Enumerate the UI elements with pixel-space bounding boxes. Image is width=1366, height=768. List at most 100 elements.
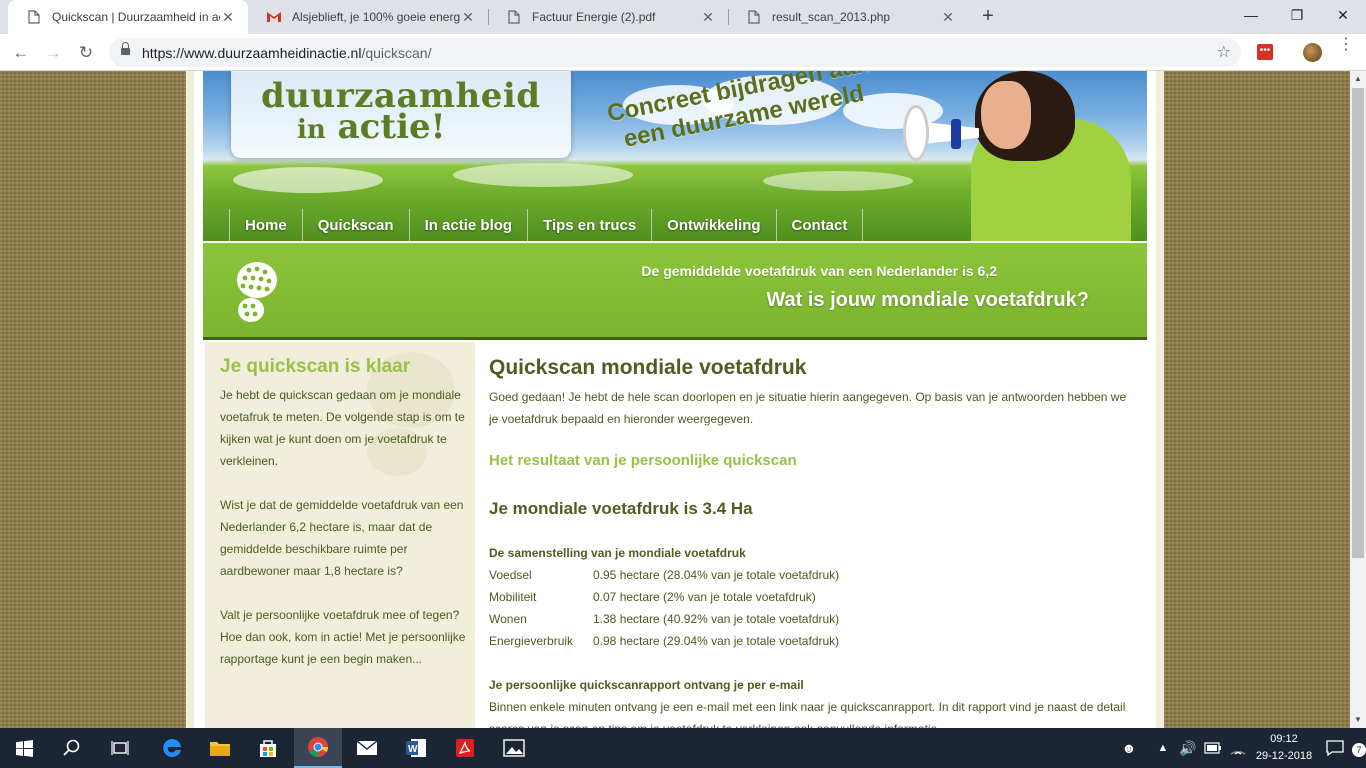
composition-row: Wonen 1.38 hectare (40.92% van je totale … bbox=[489, 612, 839, 626]
page-scrollbar[interactable]: ▲ ▼ bbox=[1350, 71, 1366, 728]
sidebar-paragraph: Valt je persoonlijke voetafdruk mee of t… bbox=[220, 608, 466, 666]
battery-icon[interactable] bbox=[1202, 728, 1224, 768]
notification-count-badge: 7 bbox=[1352, 743, 1366, 757]
clock-time: 09:12 bbox=[1270, 733, 1298, 745]
composition-row: Mobiliteit 0.07 hectare (2% van je totale… bbox=[489, 590, 816, 604]
composition-title: De samenstelling van je mondiale voetafd… bbox=[489, 546, 746, 560]
footprint-banner: De gemiddelde voetafdruk van een Nederla… bbox=[203, 243, 1147, 340]
chrome-icon[interactable] bbox=[294, 728, 342, 768]
close-tab-icon[interactable]: ✕ bbox=[940, 9, 956, 26]
composition-value: 1.38 hectare (40.92% van je totale voeta… bbox=[593, 612, 840, 626]
sidebar: Je quickscan is klaar Je hebt de quicksc… bbox=[205, 342, 475, 728]
page-icon bbox=[26, 9, 42, 25]
nav-home[interactable]: Home bbox=[229, 209, 302, 241]
url-path: /quickscan/ bbox=[361, 45, 432, 61]
megaphone-icon bbox=[903, 105, 993, 161]
url-host: https://www.duurzaamheidinactie.nl bbox=[142, 45, 362, 61]
scrollbar-thumb[interactable] bbox=[1352, 88, 1364, 558]
banner-average-text: De gemiddelde voetafdruk van een Nederla… bbox=[641, 263, 997, 279]
address-bar[interactable]: https://www.duurzaamheidinactie.nl/quick… bbox=[109, 38, 1241, 67]
composition-label: Voedsel bbox=[489, 568, 532, 582]
footprint-icon bbox=[237, 262, 277, 322]
windows-taskbar: W ☻ ▲ 🔊 09:12 29-12-2018 7 bbox=[0, 728, 1366, 768]
banner-question-text: Wat is jouw mondiale voetafdruk? bbox=[766, 289, 1089, 311]
action-center-icon[interactable] bbox=[1322, 728, 1348, 768]
report-title: Je persoonlijke quickscanrapport ontvang… bbox=[489, 678, 804, 692]
close-tab-icon[interactable]: ✕ bbox=[220, 9, 236, 26]
close-tab-icon[interactable]: ✕ bbox=[700, 9, 716, 26]
page-title: Quickscan mondiale voetafdruk bbox=[489, 356, 807, 379]
tab-title: Quickscan | Duurzaamheid in actie! bbox=[52, 10, 220, 24]
new-tab-button[interactable]: + bbox=[976, 5, 1000, 29]
tab-result-scan[interactable]: result_scan_2013.php ✕ bbox=[728, 0, 968, 34]
tab-gmail[interactable]: Alsjeblieft, je 100% goeie energie ✕ bbox=[248, 0, 488, 34]
browser-toolbar: ← → ↻ https://www.duurzaamheidinactie.nl… bbox=[0, 34, 1366, 71]
tab-quickscan[interactable]: Quickscan | Duurzaamheid in actie! ✕ bbox=[8, 0, 248, 34]
sidebar-paragraph: Je hebt de quickscan gedaan om je mondia… bbox=[220, 388, 465, 468]
logo-text-line2: in actie! bbox=[297, 107, 446, 147]
nav-tips-en-trucs[interactable]: Tips en trucs bbox=[527, 209, 651, 241]
system-clock[interactable]: 09:12 29-12-2018 bbox=[1252, 731, 1316, 765]
page-icon bbox=[746, 9, 762, 25]
word-icon[interactable]: W bbox=[392, 728, 440, 768]
photos-icon[interactable] bbox=[490, 728, 538, 768]
close-tab-icon[interactable]: ✕ bbox=[460, 9, 476, 26]
show-hidden-icons-chevron-icon[interactable]: ▲ bbox=[1154, 728, 1172, 768]
page-icon bbox=[506, 9, 522, 25]
site-logo[interactable]: duurzaamheid in actie! bbox=[231, 71, 571, 158]
tab-factuur[interactable]: Factuur Energie (2).pdf ✕ bbox=[488, 0, 728, 34]
nav-contact[interactable]: Contact bbox=[775, 209, 864, 241]
extension-icon[interactable]: ••• bbox=[1257, 44, 1273, 60]
report-text: Binnen enkele minuten ontvang je een e-m… bbox=[489, 700, 1126, 728]
url-text: https://www.duurzaamheidinactie.nl/quick… bbox=[142, 45, 432, 61]
composition-row: Energieverbruik 0.98 hectare (29.04% van … bbox=[489, 634, 839, 648]
composition-label: Wonen bbox=[489, 612, 527, 626]
intro-text: Goed gedaan! Je hebt de hele scan doorlo… bbox=[489, 390, 1127, 426]
close-window-button[interactable]: ✕ bbox=[1320, 0, 1366, 30]
sidebar-title: Je quickscan is klaar bbox=[220, 356, 411, 377]
acrobat-icon[interactable] bbox=[441, 728, 489, 768]
composition-label: Mobiliteit bbox=[489, 590, 537, 604]
logo-text-in: in bbox=[297, 115, 326, 145]
nav-ontwikkeling[interactable]: Ontwikkeling bbox=[651, 209, 775, 241]
svg-text:W: W bbox=[408, 744, 418, 755]
volume-icon[interactable]: 🔊 bbox=[1178, 728, 1198, 768]
windows-start-icon[interactable] bbox=[0, 728, 48, 768]
composition-row: Voedsel 0.95 hectare (28.04% van je total… bbox=[489, 568, 839, 582]
maximize-button[interactable]: ❐ bbox=[1274, 0, 1320, 30]
network-icon[interactable] bbox=[1228, 728, 1248, 768]
edge-browser-icon[interactable] bbox=[148, 728, 196, 768]
reload-button[interactable]: ↻ bbox=[72, 39, 100, 67]
chrome-menu-icon[interactable]: ⋮ bbox=[1336, 37, 1356, 53]
composition-value: 0.07 hectare (2% van je totale voetafdru… bbox=[593, 590, 816, 604]
clock-date: 29-12-2018 bbox=[1255, 750, 1313, 762]
footprint-result: Je mondiale voetafdruk is 3.4 Ha bbox=[489, 499, 753, 518]
main-navigation: Home Quickscan In actie blog Tips en tru… bbox=[229, 209, 864, 241]
back-button[interactable]: ← bbox=[7, 39, 35, 67]
minimize-button[interactable]: — bbox=[1228, 0, 1274, 30]
tab-title: Alsjeblieft, je 100% goeie energie bbox=[292, 10, 460, 24]
nav-in-actie-blog[interactable]: In actie blog bbox=[408, 209, 528, 241]
composition-label: Energieverbruik bbox=[489, 634, 574, 648]
result-subtitle: Het resultaat van je persoonlijke quicks… bbox=[489, 452, 797, 469]
web-page: duurzaamheid in actie! Concreet bijdrage… bbox=[0, 71, 1350, 728]
header-slogan: Concreet bijdragen aan een duurzame were… bbox=[605, 71, 878, 156]
forward-button[interactable]: → bbox=[39, 39, 67, 67]
tab-title: Factuur Energie (2).pdf bbox=[532, 10, 656, 24]
scroll-down-arrow-icon[interactable]: ▼ bbox=[1350, 712, 1366, 728]
bookmark-star-icon[interactable]: ☆ bbox=[1217, 42, 1231, 62]
scroll-up-arrow-icon[interactable]: ▲ bbox=[1350, 71, 1366, 87]
search-icon[interactable] bbox=[48, 728, 96, 768]
composition-value: 0.95 hectare (28.04% van je totale voeta… bbox=[593, 568, 840, 582]
store-icon[interactable] bbox=[244, 728, 292, 768]
profile-avatar[interactable] bbox=[1303, 43, 1322, 62]
mail-icon[interactable] bbox=[343, 728, 391, 768]
lock-icon bbox=[121, 42, 130, 57]
file-explorer-icon[interactable] bbox=[196, 728, 244, 768]
logo-text-actie: actie! bbox=[337, 107, 446, 147]
people-icon[interactable]: ☻ bbox=[1118, 728, 1140, 768]
nav-quickscan[interactable]: Quickscan bbox=[301, 209, 409, 241]
task-view-icon[interactable] bbox=[96, 728, 144, 768]
tab-strip: Quickscan | Duurzaamheid in actie! ✕ Als… bbox=[0, 0, 1366, 34]
tab-title: result_scan_2013.php bbox=[772, 10, 891, 24]
